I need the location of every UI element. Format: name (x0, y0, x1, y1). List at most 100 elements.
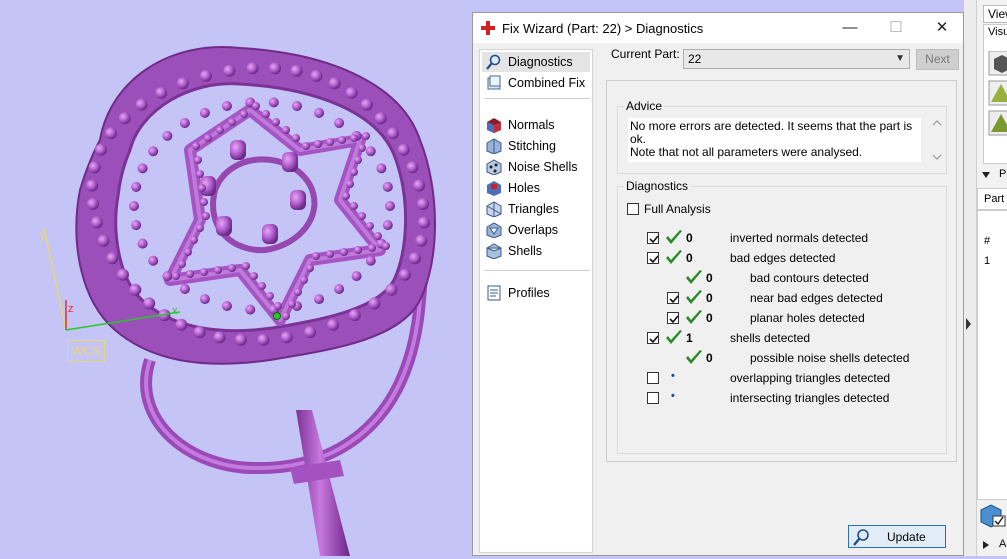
bead (348, 309, 361, 322)
bead (198, 184, 206, 192)
current-part-select[interactable]: 22 ▼ (683, 49, 910, 69)
bead (105, 127, 117, 140)
bead (328, 77, 341, 90)
bead (269, 62, 282, 75)
bead (382, 242, 390, 250)
diagnostic-checkbox[interactable] (647, 332, 659, 344)
combined-fix-icon (487, 75, 501, 90)
nav-label: Triangles (508, 202, 559, 216)
update-button[interactable]: Update (848, 525, 946, 548)
tab-view[interactable]: View (983, 5, 1007, 23)
bead (382, 181, 393, 192)
bead (351, 271, 362, 282)
bead (368, 297, 381, 310)
checkmark-icon (685, 270, 703, 286)
bead (300, 276, 308, 284)
bead (310, 69, 323, 82)
bead (196, 170, 204, 178)
bead (294, 288, 302, 296)
bead (304, 326, 317, 339)
bead (223, 64, 236, 77)
table-row[interactable]: 1 (984, 255, 990, 267)
bead (365, 146, 376, 157)
nav-item-diagnostics[interactable]: Diagnostics (482, 52, 590, 72)
bead (95, 143, 107, 156)
bead (306, 264, 314, 272)
splitter-arrow-icon (966, 318, 971, 330)
advice-text-line1: No more errors are detected. It seems th… (630, 119, 913, 146)
bead (354, 246, 362, 254)
cube-check-icon[interactable] (979, 504, 1007, 528)
nav-item-holes[interactable]: Holes (482, 178, 590, 198)
bead (413, 179, 426, 192)
current-part-label: Current Part: (611, 47, 680, 61)
bead (282, 312, 290, 320)
bead (314, 107, 325, 118)
3d-viewport[interactable]: y z x WCS (0, 0, 472, 556)
bead (409, 252, 421, 265)
close-button[interactable]: ✕ (919, 13, 965, 43)
bead (204, 134, 212, 142)
diagnostic-row: 0 planar holes detected (618, 310, 938, 328)
jewelry-model-render: y z x (40, 46, 436, 556)
current-part-value: 22 (688, 52, 702, 66)
diagnostic-checkbox[interactable] (667, 292, 679, 304)
bead (246, 62, 259, 75)
diagnostic-checkbox[interactable] (647, 232, 659, 244)
overlaps-icon (486, 222, 502, 238)
bead (334, 284, 345, 294)
collapse-triangle-icon[interactable] (981, 170, 991, 180)
bead (368, 244, 376, 252)
bead (345, 86, 358, 99)
full-analysis-checkbox[interactable] (627, 203, 639, 215)
minimize-button[interactable]: — (827, 13, 873, 43)
bead (192, 142, 200, 150)
bead (176, 77, 189, 90)
checkmark-icon (685, 310, 703, 326)
axis-y-label: y (40, 229, 46, 241)
diagnostic-value: 0 (686, 231, 693, 245)
view-mode-icons[interactable] (988, 51, 1007, 141)
bead (257, 333, 270, 346)
diagnostic-checkbox[interactable] (647, 372, 659, 384)
nav-item-stitching[interactable]: Stitching (482, 136, 590, 156)
diagnostic-label: intersecting triangles detected (730, 391, 890, 405)
maximize-button[interactable]: ☐ (873, 13, 919, 43)
update-label: Update (887, 530, 926, 544)
next-button[interactable]: Next (916, 49, 959, 70)
bead (240, 110, 248, 118)
panel-splitter[interactable] (964, 0, 976, 556)
diagnostic-checkbox[interactable] (667, 312, 679, 324)
nav-item-normals[interactable]: Normals (482, 115, 590, 135)
diagnostic-checkbox[interactable] (647, 252, 659, 264)
expand-triangle-icon[interactable] (981, 540, 991, 550)
diagnostic-checkbox[interactable] (647, 392, 659, 404)
bead (200, 198, 208, 206)
diagnostics-panel: Advice No more errors are detected. It s… (606, 80, 957, 548)
bead (90, 216, 103, 229)
bead (417, 216, 430, 229)
bead (292, 101, 302, 111)
nav-item-shells[interactable]: Shells (482, 241, 590, 261)
nav-item-combined-fix[interactable]: Combined Fix (482, 73, 590, 93)
nav-item-noise-shells[interactable]: Noise Shells (482, 157, 590, 177)
bead (216, 126, 224, 134)
advice-group: Advice No more errors are detected. It s… (617, 99, 947, 174)
bead (262, 110, 270, 118)
advice-scrollbar[interactable] (930, 118, 944, 162)
bead (179, 118, 190, 128)
bead (245, 304, 256, 315)
bead (362, 132, 370, 140)
fix-wizard-dialog: Fix Wizard (Part: 22) > Diagnostics — ☐ … (472, 12, 964, 556)
tab-part[interactable]: Part (977, 188, 1007, 210)
nav-item-overlaps[interactable]: Overlaps (482, 220, 590, 240)
bead (312, 252, 320, 260)
nav-label: Holes (508, 181, 540, 195)
nav-item-profiles[interactable]: Profiles (482, 283, 590, 303)
bead (366, 222, 374, 230)
dialog-titlebar[interactable]: Fix Wizard (Part: 22) > Diagnostics — ☐ … (473, 13, 963, 43)
nav-item-triangles[interactable]: Triangles (482, 199, 590, 219)
chevron-down-icon: ▼ (895, 53, 905, 64)
bead (137, 238, 148, 249)
bead (242, 262, 250, 270)
